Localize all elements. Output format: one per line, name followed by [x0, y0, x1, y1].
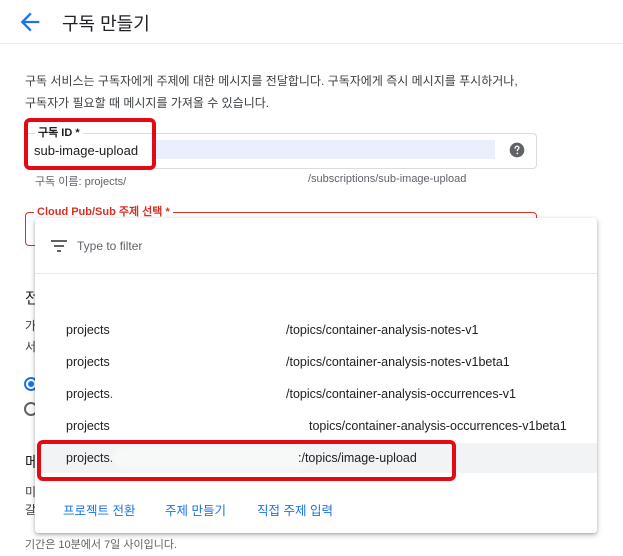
page-header: 구독 만들기 [0, 0, 623, 44]
create-topic-link[interactable]: 주제 만들기 [165, 500, 226, 519]
enter-topic-manually-link[interactable]: 직접 주제 입력 [257, 500, 333, 519]
topic-option[interactable]: projects /topics/container-analysis-note… [35, 347, 597, 377]
subscription-name-hint-suffix: /subscriptions/sub-image-upload [308, 173, 467, 185]
topic-option-prefix: projects [66, 355, 110, 369]
intro-line-1: 구독 서비스는 구독자에게 주제에 대한 메시지를 전달합니다. 구독자에게 즉… [25, 74, 518, 88]
dropdown-footer: 프로젝트 전환 주제 만들기 직접 주제 입력 [35, 488, 597, 533]
topic-option-prefix: projects [66, 323, 110, 337]
topic-option-image-upload[interactable]: projects. :/topics/image-upload [35, 443, 597, 473]
filter-input[interactable]: Type to filter [77, 239, 142, 253]
redacted-project-id [113, 319, 309, 341]
redacted-project-id [113, 415, 309, 437]
topic-option-path: /topics/container-analysis-notes-v1beta1 [286, 355, 510, 369]
topic-dropdown-menu: Type to filter projects /topics/containe… [35, 218, 597, 533]
text-selection-highlight [155, 140, 495, 159]
subscription-id-label: 구독 ID * [35, 124, 83, 140]
intro-text: 구독 서비스는 구독자에게 주제에 대한 메시지를 전달합니다. 구독자에게 즉… [25, 70, 615, 114]
redacted-project-id [113, 447, 309, 469]
filter-row[interactable]: Type to filter [35, 218, 597, 274]
topic-option-path: /topics/container-analysis-notes-v1 [286, 323, 479, 337]
topic-option[interactable]: projects /topics/container-analysis-note… [35, 315, 597, 345]
topic-option-path: topics/container-analysis-occurrences-v1… [309, 419, 567, 433]
topic-option-prefix: projects [66, 419, 110, 433]
topic-select-label: Cloud Pub/Sub 주제 선택 * [34, 203, 173, 219]
topic-option-prefix: projects. [66, 387, 114, 401]
subscription-id-value[interactable]: sub-image-upload [34, 143, 138, 158]
help-icon[interactable] [509, 142, 525, 158]
redacted-project-id [113, 351, 309, 373]
subscription-name-hint-prefix: 구독 이름: projects/ [35, 176, 127, 188]
topic-option-path: /topics/container-analysis-occurrences-v… [286, 387, 516, 401]
redacted-project-id [113, 383, 309, 405]
switch-project-link[interactable]: 프로젝트 전환 [63, 500, 135, 519]
back-arrow-icon[interactable] [16, 8, 44, 36]
topic-option-prefix: projects. [66, 451, 114, 465]
topic-option[interactable]: projects topics/container-analysis-occur… [35, 411, 597, 441]
page-title: 구독 만들기 [62, 14, 150, 34]
topic-option[interactable]: projects. /topics/container-analysis-occ… [35, 379, 597, 409]
retention-duration-note: 기간은 10분에서 7일 사이입니다. [25, 539, 178, 551]
intro-line-2: 구독자가 필요할 때 메시지를 가져올 수 있습니다. [25, 96, 270, 110]
topic-option-path: :/topics/image-upload [298, 451, 417, 465]
filter-icon [51, 240, 67, 252]
